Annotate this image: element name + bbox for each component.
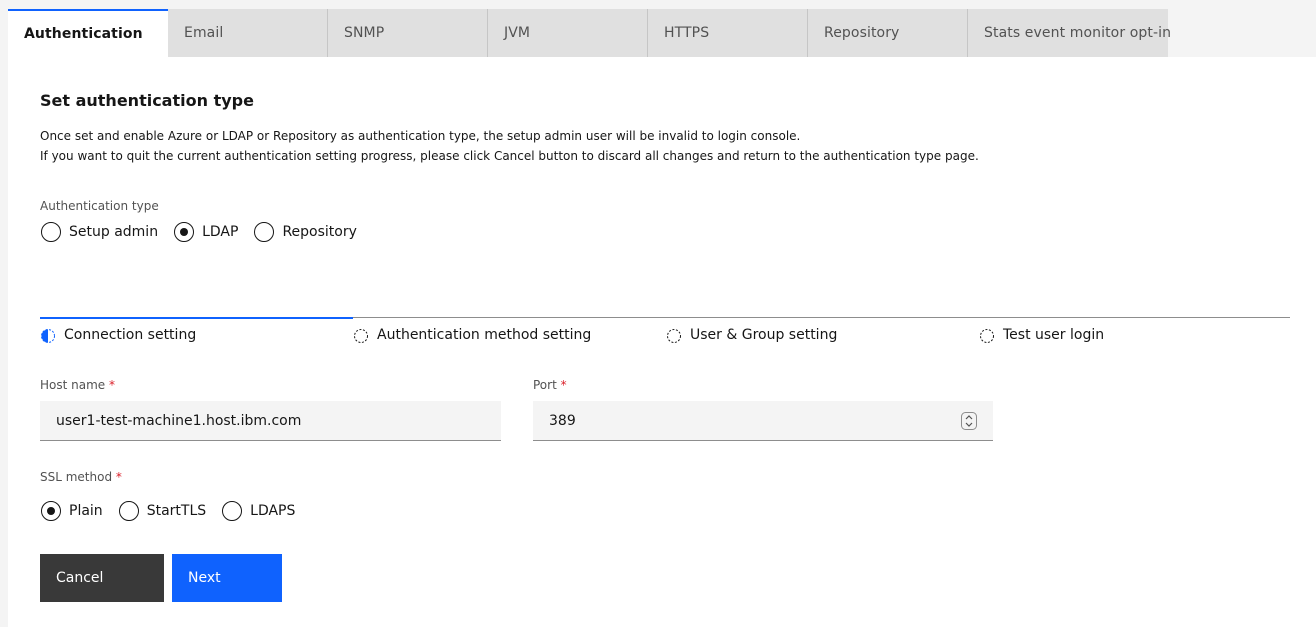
- settings-tabs: Authentication Email SNMP JVM HTTPS Repo…: [8, 9, 1171, 57]
- dashed-circle-incomplete-icon: [354, 329, 368, 343]
- section-description-line1: Once set and enable Azure or LDAP or Rep…: [40, 129, 801, 143]
- radio-label: LDAP: [202, 224, 239, 240]
- auth-type-label: Authentication type: [40, 199, 159, 213]
- port-number-input[interactable]: 389: [533, 401, 993, 441]
- auth-type-radio-group: Setup admin LDAP Repository: [41, 222, 373, 242]
- tab-stats-event-monitor[interactable]: Stats event monitor opt-in: [968, 9, 1171, 57]
- radio-circle-unchecked: [41, 222, 61, 242]
- radio-setup-admin[interactable]: Setup admin: [41, 222, 158, 242]
- section-description-line2: If you want to quit the current authenti…: [40, 149, 979, 163]
- progress-line: [979, 317, 1290, 318]
- tab-snmp[interactable]: SNMP: [328, 9, 488, 57]
- radio-circle-checked: [174, 222, 195, 242]
- host-name-label: Host name *: [40, 378, 115, 392]
- radio-label: Plain: [69, 503, 103, 519]
- tab-https[interactable]: HTTPS: [648, 9, 808, 57]
- radio-circle-unchecked: [222, 501, 243, 521]
- radio-label: Setup admin: [69, 224, 159, 240]
- radio-circle-unchecked: [118, 501, 139, 521]
- radio-ldaps[interactable]: LDAPS: [222, 501, 295, 521]
- progress-line-current: [40, 317, 353, 319]
- ssl-method-radio-group: Plain StartTLS LDAPS: [41, 501, 311, 521]
- progress-step-label: User & Group setting: [690, 327, 838, 343]
- tab-email[interactable]: Email: [168, 9, 328, 57]
- progress-step-user-group[interactable]: User & Group setting: [666, 317, 979, 357]
- next-button[interactable]: Next: [172, 554, 282, 602]
- port-label: Port *: [533, 378, 567, 392]
- tab-jvm[interactable]: JVM: [488, 9, 648, 57]
- progress-line: [666, 317, 979, 318]
- progress-indicator: Connection setting Authentication method…: [40, 317, 1290, 357]
- dashed-circle-incomplete-icon: [980, 329, 994, 343]
- dashed-circle-incomplete-icon: [667, 329, 681, 343]
- port-value: 389: [549, 412, 576, 429]
- progress-line: [353, 317, 666, 318]
- radio-starttls[interactable]: StartTLS: [118, 501, 207, 521]
- half-circle-current-icon: [41, 329, 55, 343]
- radio-label: Repository: [282, 224, 357, 240]
- required-mark: *: [560, 378, 567, 392]
- ssl-method-label-text: SSL method: [40, 470, 113, 484]
- tab-repository[interactable]: Repository: [808, 9, 968, 57]
- progress-step-label: Connection setting: [64, 327, 197, 343]
- radio-repository[interactable]: Repository: [254, 222, 357, 242]
- cancel-button[interactable]: Cancel: [40, 554, 164, 602]
- radio-ldap[interactable]: LDAP: [174, 222, 238, 242]
- tab-authentication[interactable]: Authentication: [8, 9, 168, 57]
- host-name-input[interactable]: user1-test-machine1.host.ibm.com: [40, 401, 501, 441]
- radio-label: StartTLS: [146, 503, 207, 519]
- host-name-label-text: Host name: [40, 378, 106, 392]
- section-title: Set authentication type: [40, 91, 254, 110]
- radio-plain[interactable]: Plain: [41, 501, 103, 521]
- radio-label: LDAPS: [250, 503, 296, 519]
- progress-step-label: Test user login: [1003, 327, 1105, 343]
- radio-circle-unchecked: [254, 222, 275, 242]
- progress-step-label: Authentication method setting: [377, 327, 592, 343]
- progress-step-connection[interactable]: Connection setting: [40, 317, 353, 357]
- number-stepper-icon[interactable]: [961, 412, 977, 430]
- authentication-panel: Set authentication type Once set and ena…: [8, 57, 1316, 627]
- port-label-text: Port: [533, 378, 557, 392]
- host-name-value: user1-test-machine1.host.ibm.com: [56, 412, 302, 429]
- radio-circle-checked: [41, 501, 61, 521]
- ssl-method-label: SSL method *: [40, 470, 122, 484]
- progress-step-test-login[interactable]: Test user login: [979, 317, 1290, 357]
- required-mark: *: [109, 378, 115, 392]
- required-mark: *: [115, 470, 122, 484]
- progress-step-auth-method[interactable]: Authentication method setting: [353, 317, 666, 357]
